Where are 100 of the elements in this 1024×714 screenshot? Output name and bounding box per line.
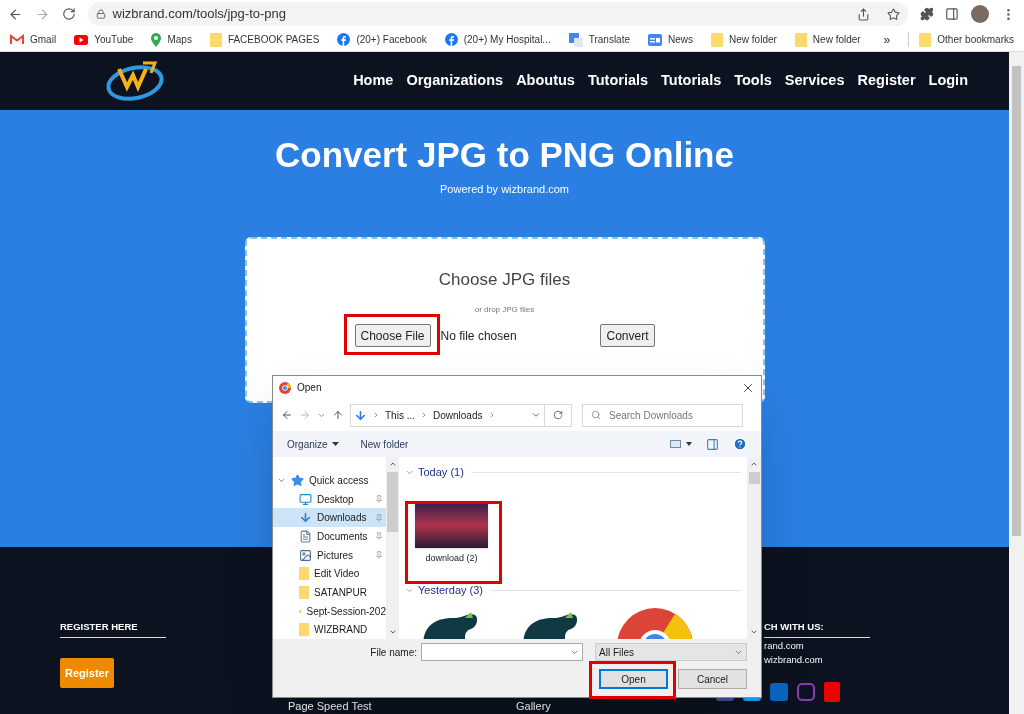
breadcrumb-item[interactable]: Downloads [433,407,483,423]
folder-icon [794,32,807,47]
bookmark[interactable]: Maps [151,32,192,47]
extensions-icon[interactable] [919,7,934,21]
breadcrumb-item[interactable]: This ... [385,407,415,423]
forward-icon[interactable] [34,6,50,22]
navigation-item[interactable]: Desktop [273,489,386,509]
share-icon[interactable] [856,7,870,21]
linkedin-icon[interactable] [770,683,788,702]
pin-icon [375,551,383,559]
nav-link[interactable]: Tutorials [587,70,649,92]
profile-avatar[interactable] [971,5,990,23]
file-name-label: File name: [370,645,417,660]
bookmark[interactable]: (20+) Facebook [337,32,427,47]
navigation-item[interactable]: Downloads [273,508,386,527]
side-panel-icon[interactable] [945,7,960,21]
address-field[interactable]: This ... Downloads [350,403,545,427]
navigation-item[interactable]: WIZBRAND [273,620,386,639]
bookmark[interactable]: FACEBOOK PAGES [209,32,320,47]
picture-icon [299,548,312,562]
nav-link[interactable]: Home [353,70,394,92]
pin-icon [375,513,383,522]
address-bar[interactable]: wizbrand.com/tools/jpg-to-png [87,2,908,26]
scroll-up-icon[interactable] [750,460,758,468]
bookmark-star-icon[interactable] [886,7,900,21]
navigation-item[interactable]: Pictures [273,545,386,565]
folder-icon [711,32,724,47]
preview-pane-icon[interactable] [706,437,719,451]
group-header[interactable]: Yesterday (3) [418,582,484,599]
scroll-down-icon[interactable] [750,628,758,636]
play-icon [74,34,89,45]
navigation-item[interactable]: Documents [273,527,386,546]
folder-icon [299,623,309,637]
bookmark[interactable]: New folder [711,32,777,47]
lock-icon [95,9,106,19]
navigation-item[interactable]: Edit Video [273,564,386,584]
scrollbar[interactable] [747,457,761,639]
reload-icon[interactable] [61,7,76,21]
scroll-thumb[interactable] [387,472,398,532]
bookmark[interactable]: News [648,32,694,47]
search-field[interactable]: Search Downloads [582,403,743,427]
convert-button[interactable]: Convert [600,324,655,347]
file-type-select[interactable]: All Files [595,643,747,661]
page-scrollbar[interactable] [1009,52,1024,714]
nav-link[interactable]: Login [928,70,968,92]
pin-icon [375,532,383,541]
nav-link[interactable]: Tutorials [661,70,722,92]
back-icon[interactable] [8,6,23,22]
nav-link[interactable]: Services [784,70,845,92]
bookmark[interactable]: Other bookmarks [908,32,1014,47]
scroll-down-icon[interactable] [388,628,397,636]
group-header[interactable]: Today (1) [418,463,464,481]
upload-heading: Choose JPG files [438,268,571,291]
navigation-item[interactable]: Quick access [273,471,386,490]
dropdown-icon[interactable] [531,410,541,420]
up-icon[interactable] [332,409,344,421]
youtube-icon[interactable] [824,682,840,703]
bookmark[interactable]: Gmail [10,32,57,47]
nav-link[interactable]: Aboutus [516,70,575,92]
organize-button[interactable]: Organize [287,436,339,452]
footer-link[interactable]: Page Speed Test [288,697,516,714]
map-pin-icon [151,32,162,47]
bookmark[interactable]: Translate [568,32,631,47]
news-icon [648,33,663,46]
scroll-up-icon[interactable] [388,460,397,468]
file-name-field[interactable] [421,643,583,661]
logo-drawing [105,59,165,103]
navigation-item[interactable]: Sept-Session-202 [273,601,386,621]
separator-icon [420,411,428,419]
nav-link[interactable]: Tools [734,70,772,92]
folder-icon [919,32,932,47]
new-folder-button[interactable]: New folder [360,436,409,452]
bookmark[interactable]: New folder [794,32,861,47]
view-icon[interactable] [670,440,692,448]
folder-icon [299,567,309,581]
footer-heading: REGISTER HERE [60,620,166,639]
open-button[interactable]: Open [599,669,668,689]
choose-file-button[interactable]: Choose File [354,324,431,347]
scrollbar[interactable] [386,457,399,639]
download-icon [354,408,367,422]
nav-link[interactable]: Register [857,70,916,92]
help-icon[interactable] [733,437,747,451]
navigation-item[interactable]: SATANPUR [273,583,386,602]
cancel-button[interactable]: Cancel [678,669,747,689]
chrome-logo-icon [279,381,291,394]
bookmark[interactable]: YouTube [74,32,134,47]
instagram-icon[interactable] [797,683,815,702]
pin-icon [375,495,383,503]
more-bookmarks[interactable]: » [883,30,891,49]
folder-icon [209,32,222,47]
star-icon [291,473,304,487]
nav-link[interactable]: Organizations [406,70,504,92]
refresh-button[interactable] [545,403,572,427]
file-item[interactable]: download (2) [415,503,488,566]
scroll-thumb[interactable] [748,472,760,484]
bookmark[interactable]: (20+) My Hospital... [444,32,551,47]
back-icon[interactable] [281,409,293,421]
document-icon [299,529,312,543]
footer-link[interactable]: Gallery [516,697,716,714]
refresh-icon [553,410,563,420]
